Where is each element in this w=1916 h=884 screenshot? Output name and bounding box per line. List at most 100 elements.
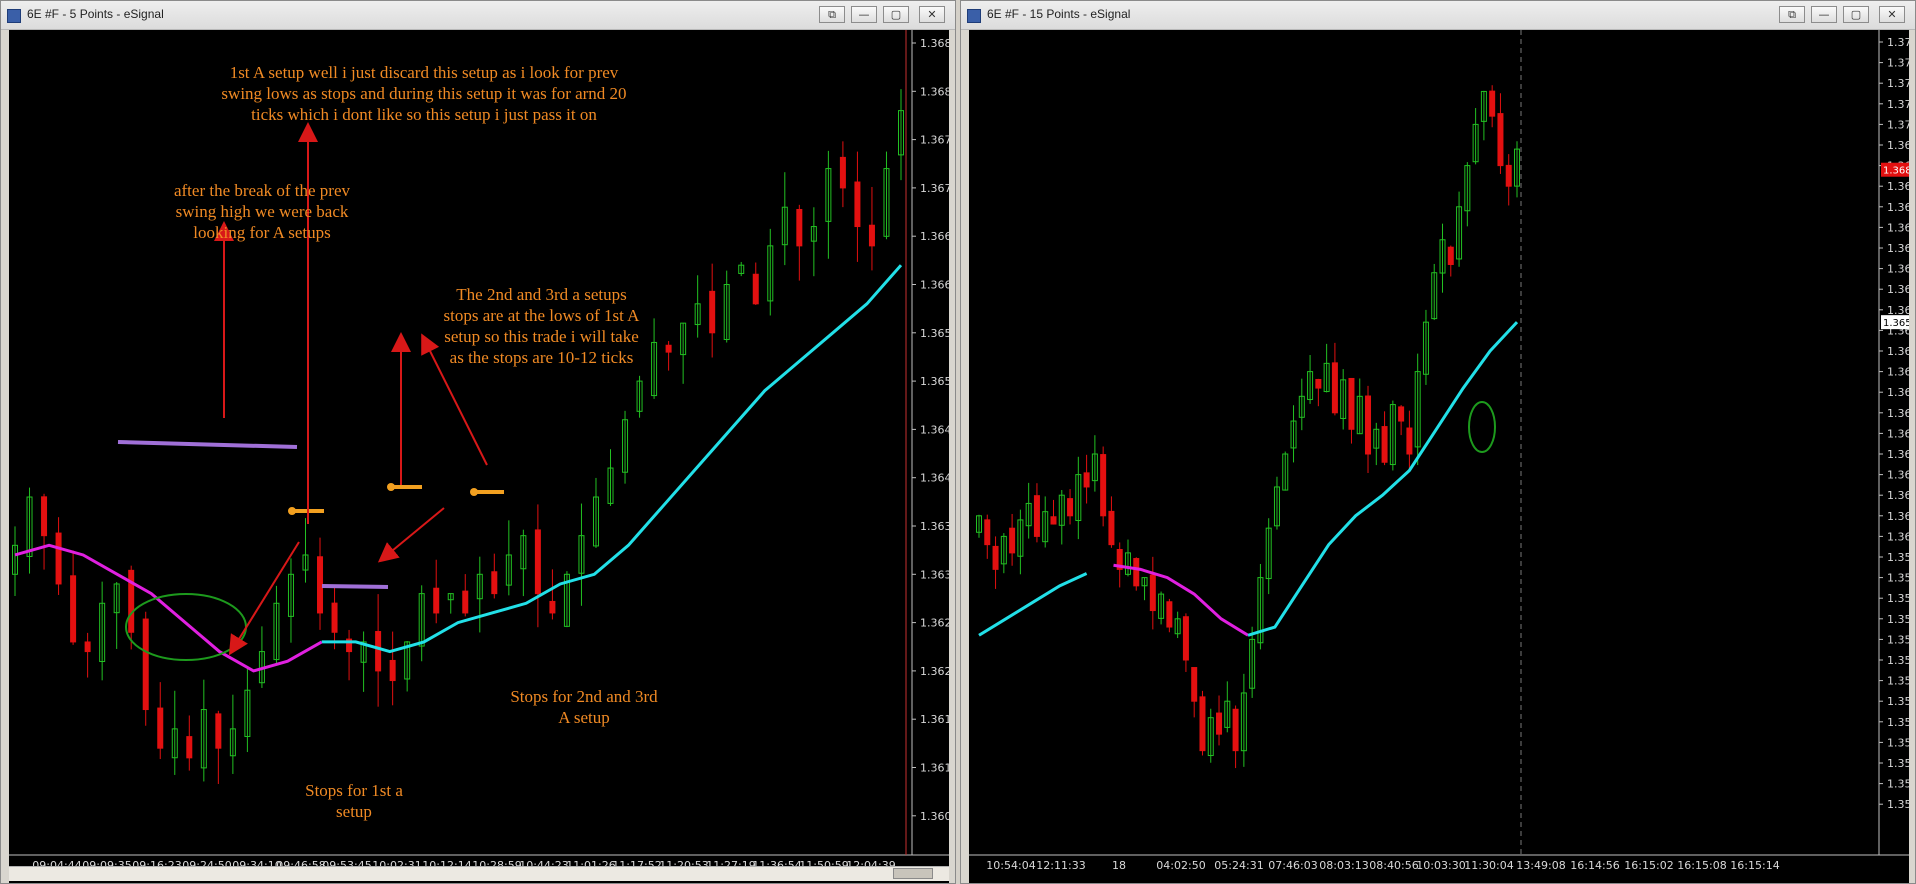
horizontal-scrollbar[interactable] — [9, 866, 949, 881]
y-tick-label: 1.3575 — [1887, 633, 1909, 646]
y-tick-label: 1.3620 — [920, 665, 949, 678]
annotation-after-break: after the break of the prev swing high w… — [173, 181, 351, 242]
y-tick-label: 1.3640 — [920, 472, 949, 485]
y-tick-label: 1.3645 — [1887, 345, 1909, 358]
x-tick-label: 08:03:13 — [1319, 859, 1368, 872]
candle-body — [1199, 696, 1206, 752]
price-chart-5min[interactable]: 1.3685 1.3680 1.3675 1.3670 1.3665 1.3660 1.36… — [9, 30, 949, 883]
candle-body — [317, 556, 324, 614]
candle-body — [1050, 516, 1057, 525]
y-tick-label: 1.3660 — [920, 279, 949, 292]
candle-body — [1381, 426, 1388, 463]
y-tick-label: 1.3640 — [1887, 366, 1909, 379]
y-tick-label: 1.3635 — [1887, 386, 1909, 399]
candle-body — [1232, 708, 1239, 752]
y-tick-label: 1.3715 — [1887, 57, 1909, 70]
y-tick-label: 1.3695 — [1887, 139, 1909, 152]
restore-down-icon[interactable]: ⧉ — [819, 6, 845, 23]
candle-body — [331, 602, 338, 633]
y-tick-label: 1.3645 — [920, 423, 949, 436]
candle-body — [1100, 454, 1107, 517]
x-tick-label: 16:15:02 — [1624, 859, 1673, 872]
scrollbar-thumb[interactable] — [893, 868, 933, 879]
y-tick-label: 1.3605 — [920, 810, 949, 823]
candle-body — [1447, 246, 1454, 265]
x-tick-label: 11:30:04 — [1464, 859, 1513, 872]
y-tick-label: 1.3700 — [1887, 118, 1909, 131]
annotation-stops-first: Stops for 1st a setup — [305, 781, 403, 821]
title-bar[interactable]: 6E #F - 15 Points - eSignal ⧉ — ▢ ✕ — [961, 1, 1915, 30]
moving-average-rising — [1247, 321, 1519, 637]
candle-body — [1149, 574, 1156, 612]
y-tick-label: 1.3660 — [1887, 283, 1909, 296]
y-tick-label: 1.3680 — [920, 85, 949, 98]
x-tick-label: 16:15:08 — [1677, 859, 1726, 872]
setup-entry-dot — [470, 488, 478, 496]
candle-body — [186, 736, 193, 759]
last-price-tag-white-label: 1.3652 — [1883, 318, 1909, 329]
x-tick-label: 16:15:14 — [1730, 859, 1779, 872]
y-tick-label: 1.3675 — [1887, 221, 1909, 234]
chart-canvas: 1.3685 1.3680 1.3675 1.3670 1.3665 1.3660 1.36… — [9, 30, 949, 872]
y-tick-label: 1.3610 — [1887, 489, 1909, 502]
price-chart-15min[interactable]: 1.3720 1.3715 1.3710 1.3705 1.3700 1.3695 1.36… — [969, 30, 1909, 883]
candle-body — [984, 519, 991, 546]
y-tick-label: 1.3590 — [1887, 572, 1909, 585]
window-title: 6E #F - 15 Points - eSignal — [987, 7, 1131, 21]
close-button[interactable]: ✕ — [919, 6, 945, 23]
annotation-first-setup: 1st A setup well i just discard this set… — [221, 63, 627, 124]
candle-body — [752, 273, 759, 305]
y-tick-label: 1.3540 — [1887, 778, 1909, 791]
maximize-button[interactable]: ▢ — [883, 6, 909, 23]
y-tick-label: 1.3635 — [920, 520, 949, 533]
candle-body — [1133, 558, 1140, 587]
esignal-app-icon — [7, 9, 21, 23]
candle-body — [1182, 616, 1189, 661]
candle-body — [1348, 377, 1355, 430]
x-tick-label: 04:02:50 — [1156, 859, 1205, 872]
candle-body — [534, 529, 541, 595]
annotation-second-third-setup: The 2nd and 3rd a setups stops are at th… — [443, 285, 640, 367]
minimize-button[interactable]: — — [1811, 6, 1837, 23]
candle-body — [549, 600, 556, 614]
candle-body — [709, 290, 716, 334]
x-tick-label: 07:46:03 — [1268, 859, 1317, 872]
y-tick-label: 1.3650 — [920, 375, 949, 388]
y-tick-label: 1.3720 — [1887, 36, 1909, 49]
candle-body — [1108, 510, 1115, 546]
candle-body — [992, 545, 999, 570]
x-tick-label: 16:14:56 — [1570, 859, 1619, 872]
candle-body — [215, 713, 222, 749]
setup-entry-dot — [288, 507, 296, 515]
annotation-arrow — [377, 507, 445, 563]
candle-body — [462, 590, 469, 614]
x-tick-label: 05:24:31 — [1214, 859, 1263, 872]
y-tick-label: 1.3680 — [1887, 201, 1909, 214]
candle-body — [491, 571, 498, 595]
chart-window-5min: 6E #F - 5 Points - eSignal ⧉ — ▢ ✕ 1.368… — [0, 0, 956, 884]
y-tick-label: 1.3655 — [920, 327, 949, 340]
restore-down-icon[interactable]: ⧉ — [1779, 6, 1805, 23]
candle-body — [70, 575, 77, 643]
y-tick-label: 1.3535 — [1887, 798, 1909, 811]
candle-body — [1033, 495, 1040, 537]
y-tick-label: 1.3620 — [1887, 448, 1909, 461]
candle-body — [796, 208, 803, 247]
x-tick-label: 08:40:56 — [1369, 859, 1418, 872]
chart-canvas: 1.3720 1.3715 1.3710 1.3705 1.3700 1.3695 1.36… — [969, 30, 1909, 872]
y-tick-label: 1.3630 — [920, 568, 949, 581]
close-button[interactable]: ✕ — [1879, 6, 1905, 23]
title-bar[interactable]: 6E #F - 5 Points - eSignal ⧉ — ▢ ✕ — [1, 1, 955, 30]
y-tick-label: 1.3580 — [1887, 613, 1909, 626]
minimize-button[interactable]: — — [851, 6, 877, 23]
y-tick-label: 1.3670 — [1887, 242, 1909, 255]
y-tick-label: 1.3670 — [920, 182, 949, 195]
candle-body — [389, 659, 396, 682]
y-tick-label: 1.3595 — [1887, 551, 1909, 564]
candle-body — [375, 631, 382, 672]
maximize-button[interactable]: ▢ — [1843, 6, 1869, 23]
y-tick-label: 1.3630 — [1887, 407, 1909, 420]
last-price-tag-red-label: 1.3689 — [1883, 166, 1909, 177]
candle-body — [665, 344, 672, 353]
x-tick-label: 12:11:33 — [1036, 859, 1085, 872]
